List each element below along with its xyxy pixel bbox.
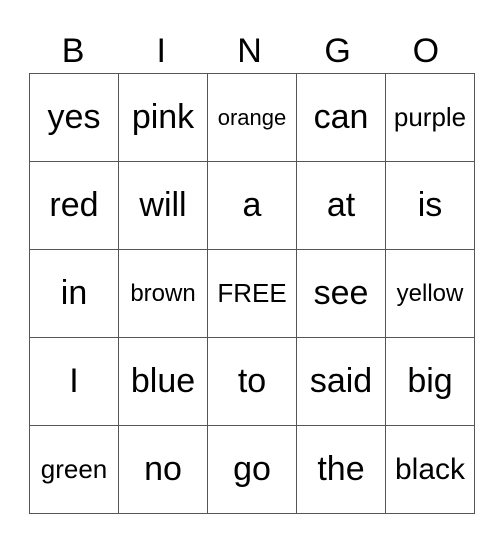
bingo-cell[interactable]: orange — [207, 73, 297, 162]
grid-row: I blue to said big — [29, 337, 475, 426]
bingo-cell[interactable]: blue — [118, 337, 208, 426]
header-letter-i: I — [156, 32, 166, 70]
bingo-cell[interactable]: red — [29, 161, 119, 250]
header-letter-n: N — [237, 32, 262, 70]
bingo-cell[interactable]: yes — [29, 73, 119, 162]
bingo-cell[interactable]: said — [296, 337, 386, 426]
bingo-cell[interactable]: go — [207, 425, 297, 514]
grid-row: green no go the black — [29, 425, 475, 514]
bingo-header: B I N G O — [29, 30, 470, 73]
bingo-cell[interactable]: purple — [385, 73, 475, 162]
bingo-cell[interactable]: brown — [118, 249, 208, 338]
bingo-cell[interactable]: can — [296, 73, 386, 162]
bingo-cell[interactable]: a — [207, 161, 297, 250]
bingo-cell[interactable]: black — [385, 425, 475, 514]
bingo-cell[interactable]: in — [29, 249, 119, 338]
bingo-cell[interactable]: to — [207, 337, 297, 426]
bingo-cell[interactable]: I — [29, 337, 119, 426]
grid-row: yes pink orange can purple — [29, 73, 475, 162]
bingo-grid: yes pink orange can purple red will a at… — [29, 73, 475, 514]
grid-row: red will a at is — [29, 161, 475, 250]
bingo-cell[interactable]: is — [385, 161, 475, 250]
header-letter-o: O — [412, 32, 440, 70]
bingo-cell[interactable]: green — [29, 425, 119, 514]
bingo-cell[interactable]: at — [296, 161, 386, 250]
bingo-cell[interactable]: will — [118, 161, 208, 250]
bingo-cell[interactable]: see — [296, 249, 386, 338]
grid-row: in brown FREE see yellow — [29, 249, 475, 338]
bingo-cell[interactable]: the — [296, 425, 386, 514]
header-letter-b: B — [61, 32, 85, 70]
free-space-cell[interactable]: FREE — [207, 249, 297, 338]
header-letter-g: G — [324, 32, 351, 70]
bingo-cell[interactable]: no — [118, 425, 208, 514]
bingo-cell[interactable]: yellow — [385, 249, 475, 338]
bingo-cell[interactable]: pink — [118, 73, 208, 162]
bingo-cell[interactable]: big — [385, 337, 475, 426]
